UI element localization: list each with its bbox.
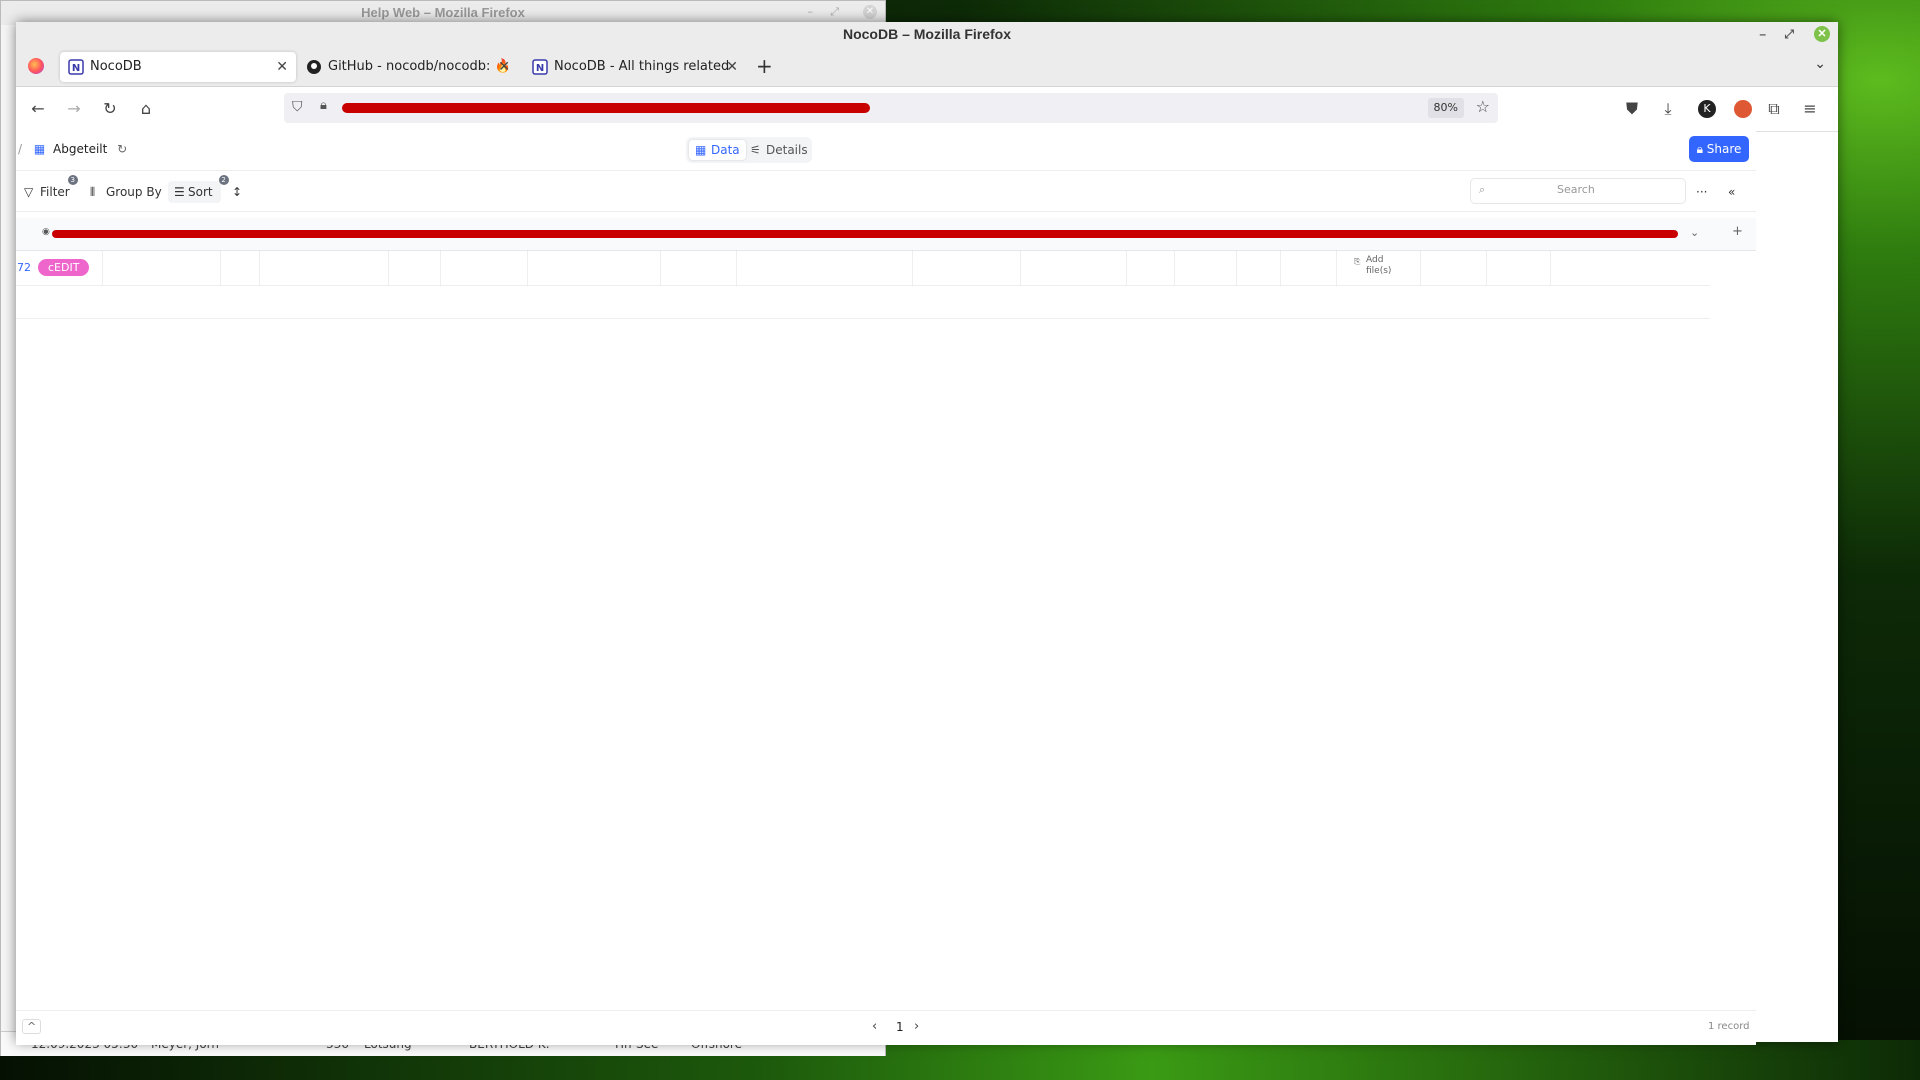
firefox-view-icon[interactable]	[28, 58, 44, 74]
add-row-area[interactable]	[16, 286, 1710, 319]
collapse-sidebar-icon[interactable]: «	[1728, 181, 1735, 203]
nocodb-icon: N	[532, 59, 548, 75]
minimize-icon[interactable]: –	[808, 5, 814, 18]
close-icon[interactable]: ✕	[1814, 26, 1830, 42]
select-all-icon[interactable]: ◉	[42, 227, 50, 237]
tab-label: NocoDB	[90, 59, 142, 74]
close-tab-icon[interactable]: ✕	[498, 52, 510, 82]
url-bar[interactable]: ⛉ 🔒︎ 80% ☆	[284, 93, 1498, 123]
back-icon[interactable]: ←	[26, 97, 50, 121]
bookmark-star-icon[interactable]: ☆	[1476, 97, 1490, 116]
sort-button[interactable]: ☰ Sort 2	[168, 175, 229, 203]
filter-button[interactable]: ▽ Filter 3	[20, 175, 78, 203]
menu-icon[interactable]: ≡	[1798, 97, 1822, 121]
prev-page-icon[interactable]: ‹	[872, 1019, 877, 1034]
paperclip-icon: ⎘	[1354, 257, 1361, 266]
tab-nocodb[interactable]: N NocoDB ✕	[60, 52, 296, 82]
header-redaction	[52, 230, 1678, 238]
breadcrumb: / ▦ Abgeteilt ↻	[18, 142, 127, 156]
lock-icon[interactable]: 🔒︎	[320, 98, 327, 113]
filter-icon: ▽	[24, 185, 34, 199]
next-page-icon[interactable]: ›	[914, 1019, 919, 1034]
tab-nocodb-docs[interactable]: N NocoDB - All things related ✕	[524, 52, 746, 82]
filter-label: Filter	[40, 185, 70, 199]
pocket-icon[interactable]: ⛊	[1620, 97, 1644, 121]
view-header: / ▦ Abgeteilt ↻ ▦ Data ⚟ Details 🔒︎ Share	[16, 130, 1756, 171]
record-count: 1 record	[1708, 1021, 1750, 1032]
search-input[interactable]: Search	[1557, 183, 1595, 196]
close-tab-icon[interactable]: ✕	[276, 52, 288, 82]
account-avatar-icon[interactable]: K	[1698, 100, 1716, 118]
page-number[interactable]: 1	[896, 1020, 904, 1034]
nocodb-app: / ▦ Abgeteilt ↻ ▦ Data ⚟ Details 🔒︎ Share …	[16, 130, 1756, 1045]
svg-text:N: N	[536, 63, 544, 74]
column-menu-icon[interactable]: ⌄	[1690, 226, 1699, 239]
shield-icon[interactable]: ⛉	[292, 99, 303, 115]
restore-icon[interactable]: ⤢	[830, 5, 839, 19]
window-titlebar[interactable]: NocoDB – Mozilla Firefox – ⤢ ✕	[16, 22, 1838, 46]
close-tab-icon[interactable]: ✕	[726, 52, 738, 82]
duckduckgo-icon[interactable]	[1734, 100, 1752, 118]
group-by-icon: ⫴	[90, 185, 96, 199]
svg-text:N: N	[72, 63, 80, 74]
zoom-level[interactable]: 80%	[1427, 98, 1464, 118]
data-grid: ◉ ⌄ + 72 cEDIT ⎘ Add file(s)	[16, 218, 1756, 319]
downloads-icon[interactable]: ⤓	[1656, 97, 1680, 121]
tab-label: NocoDB - All things related	[554, 59, 730, 74]
grid-toolbar: ▽ Filter 3 ⫴ Group By ☰ Sort 2 ↕ ⌕ Search ···…	[16, 171, 1756, 212]
grid-header: ◉ ⌄ +	[16, 218, 1756, 251]
forward-icon[interactable]: →	[62, 97, 86, 121]
grid-icon: ▦	[695, 143, 707, 157]
group-by-button[interactable]: ⫴ Group By	[86, 181, 162, 203]
home-icon[interactable]: ⌂	[134, 97, 158, 121]
row-id[interactable]: 72	[17, 261, 31, 274]
share-label: Share	[1706, 142, 1742, 156]
minimize-icon[interactable]: –	[1759, 22, 1766, 46]
search-box[interactable]: ⌕ Search	[1470, 178, 1686, 204]
add-files-button[interactable]: Add file(s)	[1366, 255, 1402, 277]
nocodb-icon: N	[68, 59, 84, 75]
restore-icon[interactable]: ⤢	[1784, 22, 1794, 46]
url-redaction	[342, 103, 870, 113]
firefox-window[interactable]: NocoDB – Mozilla Firefox – ⤢ ✕ N NocoDB …	[16, 22, 1838, 1045]
tab-github[interactable]: GitHub - nocodb/nocodb: 🔥 ✕	[298, 52, 518, 82]
table-row[interactable]: 72 cEDIT ⎘ Add file(s)	[16, 251, 1710, 286]
close-icon[interactable]: ✕	[863, 5, 877, 19]
row-height-icon[interactable]: ↕	[232, 181, 242, 203]
new-tab-icon[interactable]: +	[756, 54, 773, 78]
add-column-icon[interactable]: +	[1732, 224, 1743, 239]
sort-count-badge: 2	[218, 175, 229, 185]
github-icon	[307, 60, 321, 74]
group-by-label: Group By	[106, 185, 162, 199]
extensions-icon[interactable]: ⧉	[1762, 97, 1786, 121]
share-button[interactable]: 🔒︎ Share	[1689, 136, 1749, 162]
search-icon: ⌕	[1479, 183, 1486, 196]
tab-details[interactable]: ⚟ Details	[744, 140, 814, 160]
breadcrumb-separator: /	[18, 142, 23, 156]
reload-view-icon[interactable]: ↻	[117, 142, 127, 156]
navigation-bar: ← → ↻ ⌂ ⛉ 🔒︎ 80% ☆ ⛊ ⤓ K ⧉ ≡	[16, 87, 1838, 132]
view-name[interactable]: Abgeteilt	[53, 142, 107, 156]
view-mode-switch: ▦ Data ⚟ Details	[686, 137, 812, 163]
status-badge[interactable]: cEDIT	[38, 259, 90, 276]
tab-label: GitHub - nocodb/nocodb: 🔥	[328, 59, 511, 74]
tab-details-label: Details	[766, 143, 808, 157]
window-title: NocoDB – Mozilla Firefox	[842, 26, 1012, 42]
more-options-icon[interactable]: ···	[1696, 181, 1707, 203]
sort-label: Sort	[188, 185, 213, 199]
filter-count-badge: 3	[67, 175, 78, 185]
sort-icon: ☰	[174, 185, 185, 199]
expand-up-icon[interactable]: ^	[22, 1019, 42, 1034]
grid-view-icon: ▦	[33, 142, 46, 156]
tab-bar: N NocoDB ✕ GitHub - nocodb/nocodb: 🔥 ✕ N…	[16, 46, 1838, 87]
details-icon: ⚟	[750, 143, 761, 157]
reload-icon[interactable]: ↻	[98, 97, 122, 121]
tab-data[interactable]: ▦ Data	[689, 140, 746, 160]
tab-data-label: Data	[711, 143, 740, 157]
list-all-tabs-icon[interactable]: ⌄	[1814, 56, 1826, 72]
grid-footer: ^ ‹ 1 › 1 record	[16, 1010, 1756, 1045]
